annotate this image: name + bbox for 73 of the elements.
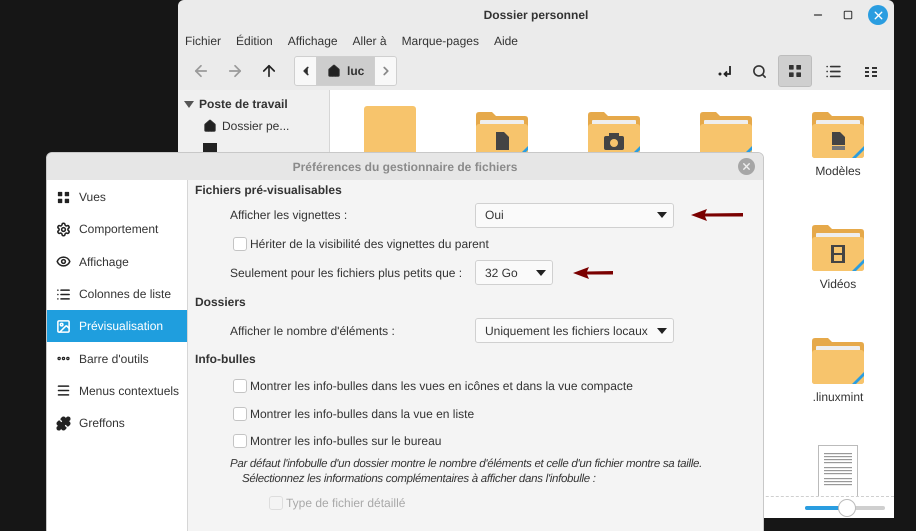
compact-view-icon (864, 65, 878, 77)
file-label[interactable]: Modèles (815, 162, 861, 180)
image-icon (56, 318, 71, 334)
checkbox-label: Montrer les info-bulles sur le bureau (249, 433, 442, 450)
section-heading: Dossiers (194, 294, 247, 310)
folder-icon (812, 338, 864, 384)
section-heading: Fichiers pré-visualisables (194, 182, 343, 199)
path-segment[interactable]: luc (317, 57, 374, 85)
setting-label: Seulement pour les fichiers plus petits que : (230, 264, 464, 282)
list-view-icon (824, 62, 842, 80)
dropdown[interactable]: 32 Go (475, 260, 553, 285)
checkbox[interactable] (233, 406, 247, 421)
sidebar-tab[interactable]: Vues (47, 181, 187, 214)
grid-view-icon (787, 63, 803, 79)
menu-item[interactable]: Aller à (352, 32, 387, 50)
sidebar-tab[interactable]: Menus contextuels (47, 374, 187, 408)
close-button[interactable] (868, 5, 888, 25)
sidebar-tab[interactable]: Greffons (47, 407, 187, 440)
sidebar-tab[interactable]: Comportement (47, 213, 187, 246)
forward-arrow-icon (226, 62, 244, 80)
checkbox-label: Hériter de la visibilité des vignettes du parent (249, 236, 489, 253)
file-label[interactable]: .linuxmint (812, 388, 864, 406)
menu-item[interactable]: Affichage (288, 32, 338, 50)
close-icon (741, 161, 752, 172)
maximize-icon (843, 10, 853, 20)
file-label[interactable]: Vidéos (820, 275, 856, 293)
sidebar-item[interactable]: Dossier pe... (178, 114, 329, 137)
view-button[interactable] (778, 55, 812, 87)
checkbox[interactable] (233, 434, 247, 448)
expander-icon[interactable] (184, 100, 194, 108)
sidebar-tab[interactable]: Barre d'outils (47, 342, 187, 375)
close-icon (872, 8, 884, 22)
setting-label: Afficher le nombre d'éléments : (230, 322, 396, 340)
menu-icon (56, 383, 71, 398)
home-icon (327, 64, 341, 78)
close-button[interactable] (738, 158, 755, 175)
menu-item[interactable]: Marque-pages (402, 32, 479, 50)
dropdown[interactable]: Oui (475, 202, 674, 228)
eye-icon (56, 254, 71, 270)
sidebar-header: Poste de travail (199, 96, 288, 113)
home-icon (203, 118, 217, 132)
menu-item[interactable]: Fichier (185, 32, 222, 50)
search-icon (752, 64, 766, 78)
grid-icon (56, 190, 71, 205)
caret-icon (657, 212, 667, 218)
sidebar-tab[interactable]: Colonnes de liste (47, 278, 187, 310)
dropdown[interactable]: Uniquement les fichiers locaux (475, 318, 674, 343)
return-arrow-icon (718, 65, 732, 77)
setting-label: Afficher les vignettes : (230, 207, 348, 224)
checkbox[interactable] (233, 236, 247, 251)
dialog-title: Préférences du gestionnaire de fichiers (292, 158, 518, 176)
sidebar-tab[interactable]: Affichage (47, 246, 187, 278)
puzzle-icon (56, 416, 71, 431)
checkbox-label: Montrer les info-bulles dans les vues en icônes et dans la vue compacte (249, 378, 633, 396)
list-icon (56, 286, 71, 302)
caret-icon (657, 328, 667, 334)
menu-item[interactable]: Édition (236, 32, 273, 50)
settings-icon (56, 222, 71, 237)
caret-icon (536, 270, 546, 276)
zoom-slider[interactable] (805, 498, 885, 516)
template-folder-icon (812, 112, 864, 158)
slider-thumb[interactable] (838, 498, 856, 516)
checkbox-label: Type de fichier détaillé (285, 494, 406, 512)
info-text: Par défaut l'infobulle d'un dossier montre le nombre d'éléments et celle d'un fichier montre sa taille. (230, 457, 704, 472)
film-folder-icon (812, 225, 864, 271)
checkbox[interactable] (233, 379, 247, 394)
section-heading: Info-bulles (194, 351, 257, 368)
info-text: Sélectionnez les informations complémentaires à afficher dans l'infobulle : (241, 472, 597, 487)
annotation-arrow (691, 208, 743, 222)
checkbox-label: Montrer les info-bulles dans la vue en liste (249, 406, 474, 423)
annotation-arrow (573, 266, 613, 280)
menu-item[interactable]: Aide (494, 32, 518, 50)
window-title: Dossier personnel (484, 7, 588, 24)
